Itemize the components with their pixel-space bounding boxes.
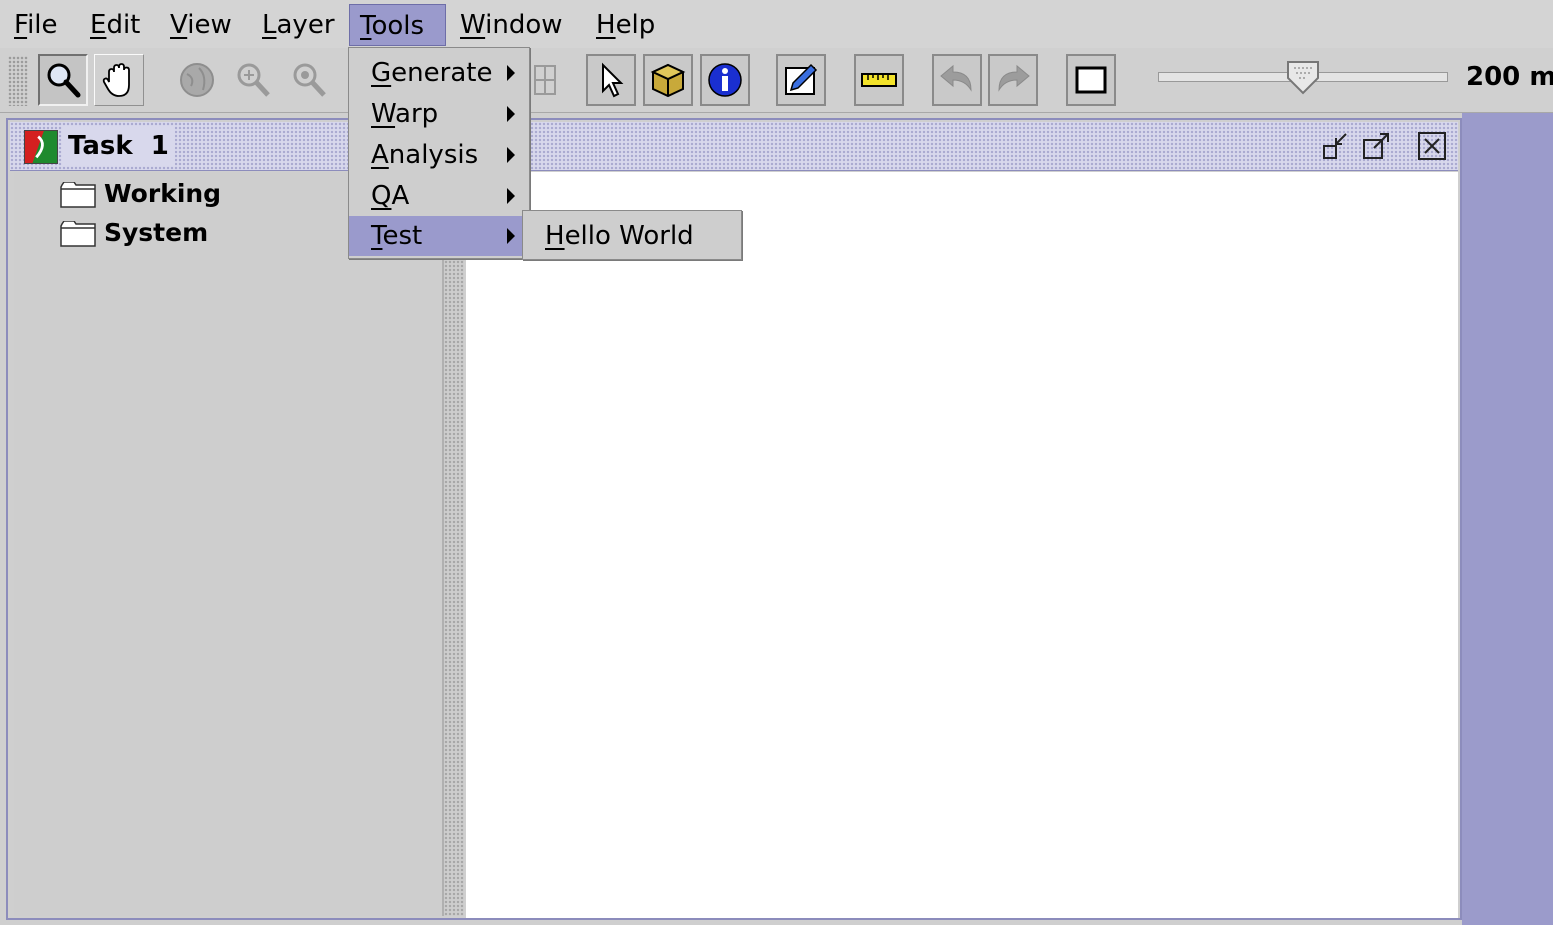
- split-pane-divider[interactable]: [444, 172, 464, 916]
- info-button[interactable]: [700, 54, 750, 106]
- tree-node-label: Working: [104, 179, 222, 208]
- box-button[interactable]: [643, 54, 693, 106]
- zoom-out-button[interactable]: [284, 54, 334, 106]
- zoom-out-icon: [293, 63, 326, 97]
- iconify-icon[interactable]: [1320, 130, 1352, 162]
- pointer-icon: [602, 62, 624, 98]
- toolbar: 200 m: [0, 48, 1553, 113]
- info-icon: [708, 63, 742, 97]
- map-view-canvas[interactable]: [466, 172, 1458, 918]
- menu-item-generate[interactable]: Generate: [349, 53, 529, 93]
- folder-icon: [60, 182, 96, 208]
- submenu-arrow-icon: [507, 228, 515, 244]
- toolbar-grip[interactable]: [8, 56, 28, 106]
- zoom-tool-icon: [47, 63, 81, 98]
- menu-file[interactable]: File: [4, 4, 68, 46]
- zoom-scale-label: 200 m: [1466, 62, 1553, 92]
- frame-icon: [1075, 66, 1107, 94]
- ruler-button[interactable]: [854, 54, 904, 106]
- zoom-slider-thumb[interactable]: [1286, 60, 1320, 96]
- edit-icon: [785, 63, 818, 95]
- submenu-arrow-icon: [507, 147, 515, 163]
- menubar: File Edit View Layer Tools Window Help: [0, 0, 1553, 49]
- submenu-arrow-icon: [507, 65, 515, 81]
- pan-button[interactable]: [94, 54, 144, 106]
- close-icon[interactable]: [1416, 130, 1448, 162]
- menu-layer[interactable]: Layer: [252, 4, 345, 46]
- task-app-icon: [24, 130, 58, 164]
- menu-item-qa[interactable]: QA: [349, 176, 529, 216]
- maximize-icon[interactable]: [1360, 130, 1392, 162]
- menu-item-analysis[interactable]: Analysis: [349, 135, 529, 175]
- redo-button[interactable]: [988, 54, 1038, 106]
- menu-window[interactable]: Window: [450, 4, 573, 46]
- pan-hand-icon: [102, 63, 130, 97]
- globe-button[interactable]: [172, 54, 222, 106]
- submenu-arrow-icon: [507, 106, 515, 122]
- tools-dropdown-menu: Generate Warp Analysis QA Test: [348, 47, 530, 259]
- pointer-button[interactable]: [586, 54, 636, 106]
- test-submenu: Hello World: [522, 210, 742, 260]
- edit-button[interactable]: [776, 54, 826, 106]
- menu-item-hello-world[interactable]: Hello World: [523, 216, 741, 256]
- desktop-background: [1462, 113, 1553, 925]
- frame-button[interactable]: [1066, 54, 1116, 106]
- task-frame-title: Task 1: [62, 126, 175, 166]
- zoom-in-button[interactable]: [228, 54, 278, 106]
- menu-item-warp[interactable]: Warp: [349, 94, 529, 134]
- zoom-in-icon: [237, 63, 270, 97]
- redo-icon: [998, 64, 1030, 92]
- box-icon: [650, 63, 686, 98]
- undo-button[interactable]: [932, 54, 982, 106]
- tree-node-label: System: [104, 218, 209, 247]
- zoom-tool-button[interactable]: [38, 54, 88, 106]
- menu-view[interactable]: View: [160, 4, 242, 46]
- zoom-slider[interactable]: [1158, 61, 1448, 96]
- menu-help[interactable]: Help: [586, 4, 665, 46]
- menu-edit[interactable]: Edit: [80, 4, 150, 46]
- menu-tools[interactable]: Tools: [349, 4, 446, 46]
- submenu-arrow-icon: [507, 188, 515, 204]
- folder-icon: [60, 221, 96, 247]
- globe-icon: [180, 63, 214, 97]
- task-frame-titlebar[interactable]: [10, 122, 1458, 171]
- ruler-icon: [861, 73, 897, 87]
- layer-tree-panel: Working System: [14, 172, 444, 916]
- undo-icon: [940, 64, 972, 92]
- menu-item-test[interactable]: Test: [349, 216, 529, 256]
